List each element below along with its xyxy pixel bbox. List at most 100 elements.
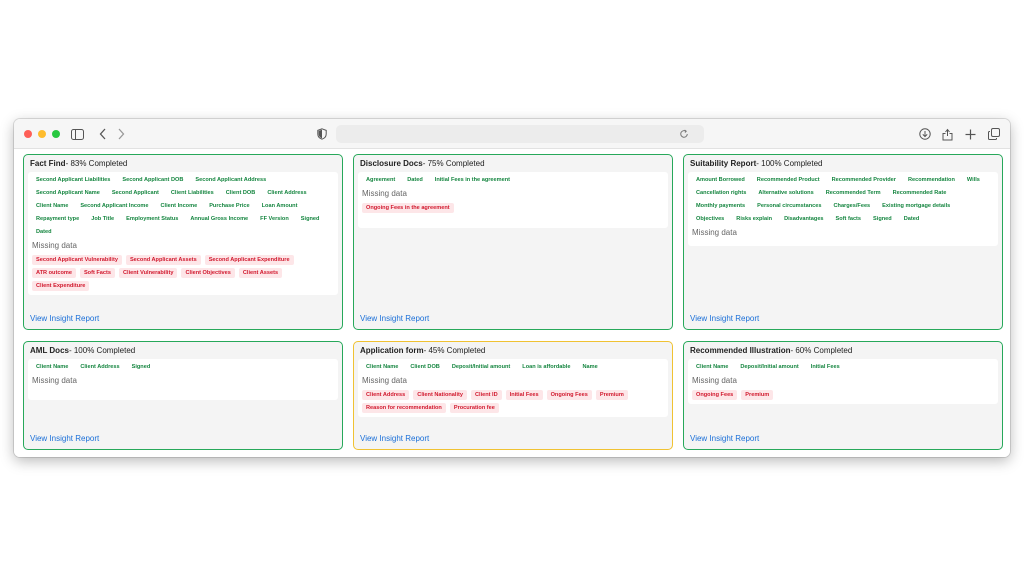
- present-field-tag: Dated: [899, 214, 924, 224]
- present-field-tag: Loan is affordable: [518, 362, 575, 372]
- present-field-tag: Recommendation: [903, 175, 959, 185]
- missing-data-label: Missing data: [32, 376, 77, 385]
- present-field-tag: Second Applicant DOB: [118, 175, 188, 185]
- browser-toolbar: [14, 119, 1010, 149]
- present-field-tag: Deposit/Initial amount: [447, 362, 515, 372]
- present-field-tag: Recommended Term: [821, 188, 885, 198]
- present-field-tag: Initial Fees: [806, 362, 844, 372]
- missing-field-tag: Second Applicant Assets: [125, 255, 201, 265]
- new-tab-icon[interactable]: [962, 126, 978, 142]
- present-field-tag: Client Name: [32, 362, 73, 372]
- missing-field-tag: Client Vulnerability: [119, 268, 178, 278]
- missing-field-tag: Second Applicant Expenditure: [204, 255, 294, 265]
- reload-icon[interactable]: [676, 126, 692, 142]
- present-field-tag: Repayment type: [32, 214, 84, 224]
- missing-field-tag: Soft Facts: [79, 268, 115, 278]
- tab-overview-icon[interactable]: [986, 126, 1002, 142]
- missing-field-tag: Initial Fees: [505, 390, 543, 400]
- present-field-tag: FF Version: [256, 214, 293, 224]
- card-title: Disclosure Docs: [360, 159, 423, 168]
- document-card-disclosure-docs: Disclosure Docs - 75% Completed Agreemen…: [353, 154, 673, 330]
- present-field-tag: Deposit/Initial amount: [736, 362, 803, 372]
- present-field-tag: Disadvantages: [780, 214, 828, 224]
- present-field-tag: Second Applicant: [107, 188, 163, 198]
- close-window-button[interactable]: [24, 129, 32, 138]
- view-insight-report-link[interactable]: View Insight Report: [30, 434, 99, 443]
- card-body: Client Name Deposit/Initial amount Initial…: [688, 359, 998, 404]
- present-field-tag: Client DOB: [406, 362, 444, 372]
- completion-status: - 100% Completed: [756, 159, 823, 168]
- missing-field-tag: Procuration fee: [449, 403, 499, 413]
- card-title: Application form: [360, 346, 424, 355]
- present-field-tag: Personal circumstances: [753, 201, 826, 211]
- present-field-tag: Name: [578, 362, 602, 372]
- missing-data-label: Missing data: [362, 376, 407, 385]
- present-fields: Client Name Client DOB Deposit/Initial amo…: [362, 362, 664, 372]
- present-field-tag: Client DOB: [221, 188, 260, 198]
- present-field-tag: Cancellation rights: [692, 188, 751, 198]
- present-field-tag: Annual Gross Income: [186, 214, 253, 224]
- present-field-tag: Second Applicant Name: [32, 188, 104, 198]
- missing-field-tag: Ongoing Fees in the agreement: [362, 203, 454, 213]
- card-header: Disclosure Docs - 75% Completed: [354, 155, 672, 172]
- missing-field-tag: Ongoing Fees: [692, 390, 738, 400]
- window-controls: [24, 129, 60, 138]
- completion-status: - 75% Completed: [422, 159, 485, 168]
- share-icon[interactable]: [939, 126, 955, 142]
- browser-window: Fact Find - 83% Completed Second Applica…: [14, 119, 1010, 457]
- completion-status: - 100% Completed: [68, 346, 136, 355]
- present-field-tag: Amount Borrowed: [692, 175, 749, 185]
- present-field-tag: Recommended Product: [752, 175, 824, 185]
- document-card-aml-docs: AML Docs - 100% Completed Client Name Cli…: [23, 341, 343, 450]
- present-field-tag: Risks explain: [732, 214, 777, 224]
- missing-data-label: Missing data: [692, 228, 737, 237]
- card-title: Suitability Report: [690, 159, 757, 168]
- missing-data-label: Missing data: [362, 189, 407, 198]
- document-card-fact-find: Fact Find - 83% Completed Second Applica…: [23, 154, 343, 330]
- missing-fields: Client Address Client Nationality Client I…: [362, 390, 664, 413]
- view-insight-report-link[interactable]: View Insight Report: [360, 434, 429, 443]
- privacy-shield-icon[interactable]: [314, 126, 330, 142]
- forward-icon[interactable]: [113, 126, 129, 142]
- view-insight-report-link[interactable]: View Insight Report: [690, 434, 759, 443]
- view-insight-report-link[interactable]: View Insight Report: [690, 314, 759, 323]
- document-card-recommended-illustration: Recommended Illustration - 60% Completed…: [683, 341, 1003, 450]
- missing-fields: Second Applicant Vulnerability Second App…: [32, 255, 334, 291]
- missing-field-tag: Client ID: [470, 390, 502, 400]
- missing-fields: Ongoing Fees Premium: [692, 390, 994, 400]
- card-header: Fact Find - 83% Completed: [24, 155, 342, 172]
- missing-data-label: Missing data: [692, 376, 737, 385]
- completion-status: - 45% Completed: [423, 346, 486, 355]
- present-field-tag: Signed: [127, 362, 155, 372]
- card-header: Application form - 45% Completed: [354, 342, 672, 359]
- view-insight-report-link[interactable]: View Insight Report: [360, 314, 429, 323]
- missing-field-tag: Client Objectives: [181, 268, 235, 278]
- sidebar-toggle-icon[interactable]: [69, 126, 85, 142]
- present-fields: Client Name Deposit/Initial amount Initial…: [692, 362, 994, 372]
- present-field-tag: Wills: [962, 175, 984, 185]
- card-body: Amount Borrowed Recommended Product Recomm…: [688, 172, 998, 246]
- card-header: AML Docs - 100% Completed: [24, 342, 342, 359]
- present-field-tag: Objectives: [692, 214, 729, 224]
- present-field-tag: Purchase Price: [205, 201, 254, 211]
- missing-field-tag: Client Nationality: [413, 390, 467, 400]
- minimize-window-button[interactable]: [38, 129, 46, 138]
- card-body: Agreement Dated Initial Fees in the agreem…: [358, 172, 668, 228]
- view-insight-report-link[interactable]: View Insight Report: [30, 314, 99, 323]
- zoom-window-button[interactable]: [52, 129, 60, 138]
- document-card-suitability-report: Suitability Report - 100% Completed Amou…: [683, 154, 1003, 330]
- present-field-tag: Signed: [869, 214, 896, 224]
- present-field-tag: Charges/Fees: [829, 201, 875, 211]
- present-field-tag: Employment Status: [122, 214, 183, 224]
- downloads-icon[interactable]: [917, 126, 933, 142]
- present-field-tag: Client Name: [362, 362, 403, 372]
- back-icon[interactable]: [95, 126, 111, 142]
- document-card-application-form: Application form - 45% Completed Client …: [353, 341, 673, 450]
- card-title: Recommended Illustration: [690, 346, 791, 355]
- present-field-tag: Alternative solutions: [754, 188, 818, 198]
- missing-field-tag: Client Expenditure: [32, 281, 90, 291]
- address-bar[interactable]: [336, 125, 704, 143]
- missing-field-tag: Ongoing Fees: [546, 390, 592, 400]
- present-field-tag: Dated: [32, 227, 56, 237]
- present-field-tag: Signed: [296, 214, 324, 224]
